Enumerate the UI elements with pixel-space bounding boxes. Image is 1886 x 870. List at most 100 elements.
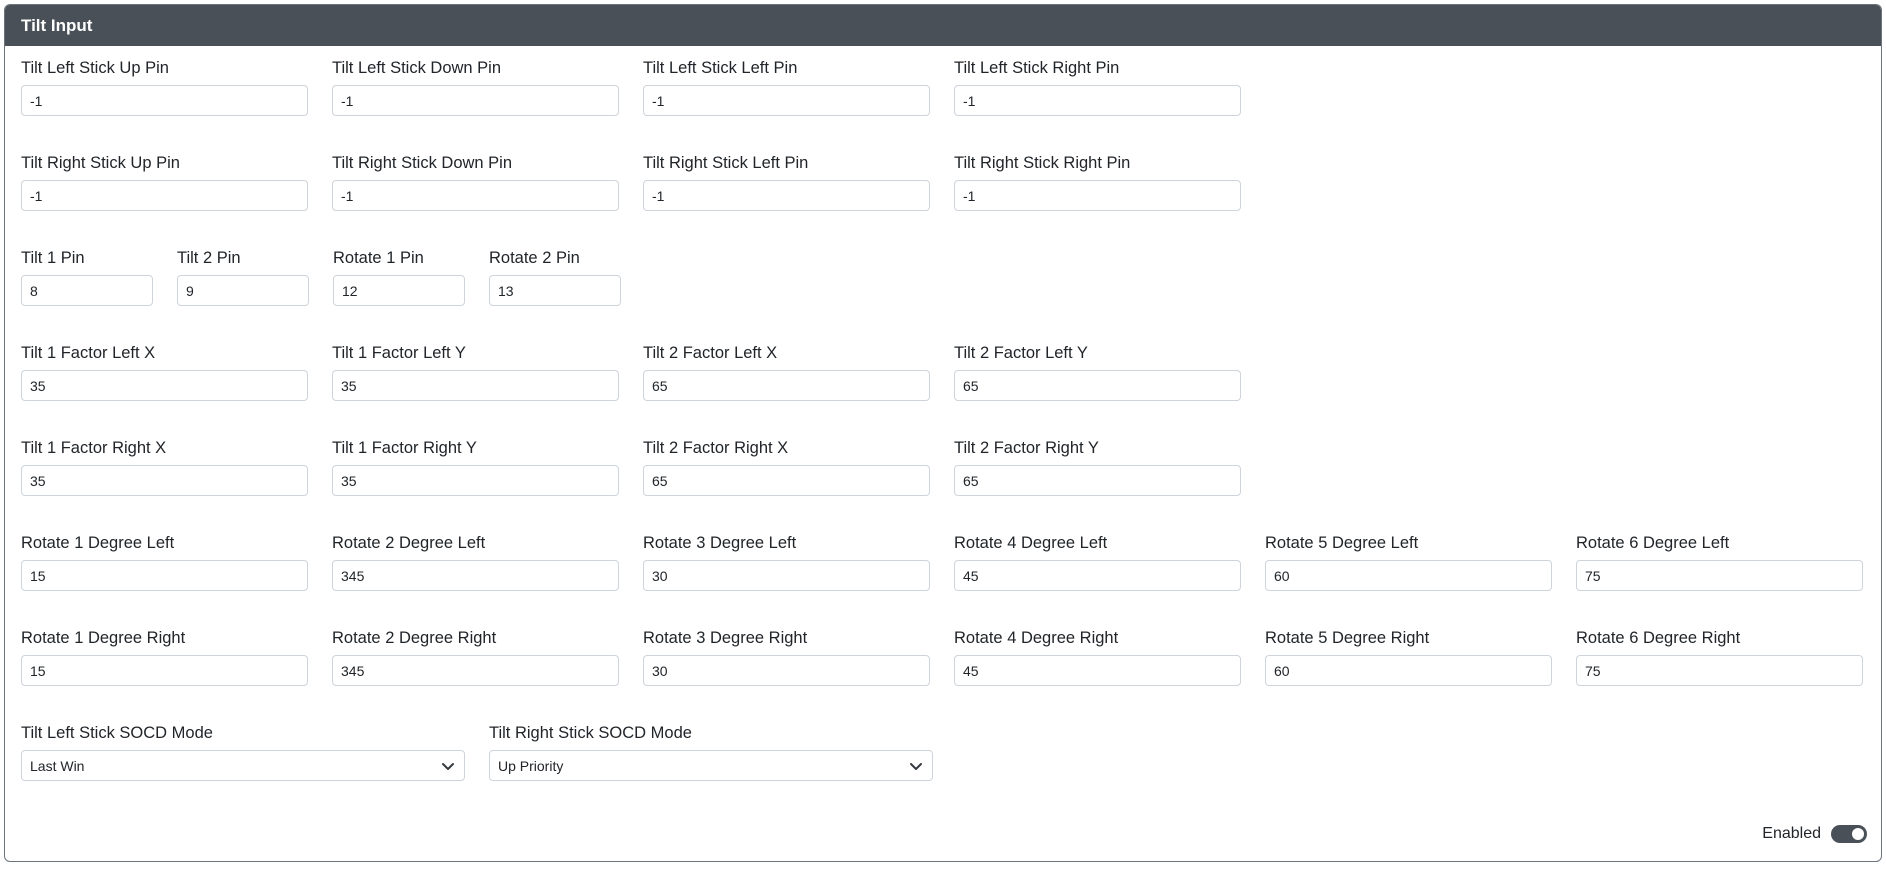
tilt-left-stick-socd-mode-field: Tilt Left Stick SOCD Mode Last Win xyxy=(21,723,465,781)
tilt-1-factor-left-y-input[interactable] xyxy=(332,370,619,401)
socd-mode-row: Tilt Left Stick SOCD Mode Last Win Tilt … xyxy=(21,723,1865,781)
field-label: Rotate 5 Degree Left xyxy=(1265,534,1419,552)
chevron-down-icon xyxy=(440,758,456,774)
tilt-right-stick-left-pin-input[interactable] xyxy=(643,180,930,211)
field-label: Tilt Right Stick SOCD Mode xyxy=(489,724,692,742)
rotate-4-degree-right-input[interactable] xyxy=(954,655,1241,686)
rotate-3-degree-right-field: Rotate 3 Degree Right xyxy=(643,628,930,686)
field-label: Tilt 2 Factor Left Y xyxy=(954,344,1088,362)
rotate-2-pin-field: Rotate 2 Pin xyxy=(489,248,621,306)
tilt-2-pin-input[interactable] xyxy=(177,275,309,306)
rotate-3-degree-right-input[interactable] xyxy=(643,655,930,686)
rotate-6-degree-left-input[interactable] xyxy=(1576,560,1863,591)
rotate-5-degree-right-field: Rotate 5 Degree Right xyxy=(1265,628,1552,686)
tilt-rotate-pins-row: Tilt 1 Pin Tilt 2 Pin Rotate 1 Pin Rotat… xyxy=(21,248,1865,306)
rotate-5-degree-right-input[interactable] xyxy=(1265,655,1552,686)
rotate-6-degree-right-input[interactable] xyxy=(1576,655,1863,686)
tilt-2-factor-right-x-field: Tilt 2 Factor Right X xyxy=(643,438,930,496)
tilt-input-panel: Tilt Input Tilt Left Stick Up Pin Tilt L… xyxy=(4,4,1882,862)
field-label: Rotate 6 Degree Left xyxy=(1576,534,1730,552)
tilt-left-stick-up-pin-field: Tilt Left Stick Up Pin xyxy=(21,58,308,116)
rotate-degree-left-row: Rotate 1 Degree Left Rotate 2 Degree Lef… xyxy=(21,533,1865,591)
field-label: Rotate 1 Pin xyxy=(333,249,424,267)
tilt-factor-left-row: Tilt 1 Factor Left X Tilt 1 Factor Left … xyxy=(21,343,1865,401)
tilt-1-factor-right-y-field: Tilt 1 Factor Right Y xyxy=(332,438,619,496)
selected-value: Last Win xyxy=(30,757,85,774)
tilt-right-stick-left-pin-field: Tilt Right Stick Left Pin xyxy=(643,153,930,211)
tilt-right-stick-down-pin-field: Tilt Right Stick Down Pin xyxy=(332,153,619,211)
enabled-label: Enabled xyxy=(1762,825,1821,842)
field-label: Tilt 1 Factor Left X xyxy=(21,344,156,362)
tilt-left-stick-socd-mode-select[interactable]: Last Win xyxy=(21,750,465,781)
field-label: Tilt Left Stick SOCD Mode xyxy=(21,724,213,742)
field-label: Tilt Left Stick Down Pin xyxy=(332,59,502,77)
tilt-left-stick-down-pin-field: Tilt Left Stick Down Pin xyxy=(332,58,619,116)
rotate-5-degree-left-field: Rotate 5 Degree Left xyxy=(1265,533,1552,591)
enabled-toggle-group: Enabled xyxy=(1762,825,1867,843)
rotate-2-degree-right-field: Rotate 2 Degree Right xyxy=(332,628,619,686)
tilt-right-stick-right-pin-field: Tilt Right Stick Right Pin xyxy=(954,153,1241,211)
field-label: Tilt 1 Pin xyxy=(21,249,85,267)
tilt-left-stick-up-pin-input[interactable] xyxy=(21,85,308,116)
rotate-2-degree-left-field: Rotate 2 Degree Left xyxy=(332,533,619,591)
tilt-1-pin-input[interactable] xyxy=(21,275,153,306)
rotate-3-degree-left-input[interactable] xyxy=(643,560,930,591)
rotate-2-degree-left-input[interactable] xyxy=(332,560,619,591)
tilt-1-factor-left-x-field: Tilt 1 Factor Left X xyxy=(21,343,308,401)
rotate-3-degree-left-field: Rotate 3 Degree Left xyxy=(643,533,930,591)
field-label: Rotate 2 Pin xyxy=(489,249,580,267)
field-label: Tilt Right Stick Left Pin xyxy=(643,154,809,172)
tilt-2-factor-right-y-input[interactable] xyxy=(954,465,1241,496)
tilt-2-factor-left-x-field: Tilt 2 Factor Left X xyxy=(643,343,930,401)
field-label: Rotate 1 Degree Right xyxy=(21,629,186,647)
field-label: Tilt Right Stick Down Pin xyxy=(332,154,513,172)
rotate-5-degree-left-input[interactable] xyxy=(1265,560,1552,591)
rotate-2-pin-input[interactable] xyxy=(489,275,621,306)
tilt-2-factor-right-x-input[interactable] xyxy=(643,465,930,496)
rotate-2-degree-right-input[interactable] xyxy=(332,655,619,686)
enabled-toggle-switch[interactable] xyxy=(1831,825,1867,843)
tilt-1-factor-right-y-input[interactable] xyxy=(332,465,619,496)
rotate-1-pin-input[interactable] xyxy=(333,275,465,306)
tilt-factor-right-row: Tilt 1 Factor Right X Tilt 1 Factor Righ… xyxy=(21,438,1865,496)
tilt-1-factor-left-y-field: Tilt 1 Factor Left Y xyxy=(332,343,619,401)
rotate-4-degree-left-input[interactable] xyxy=(954,560,1241,591)
field-label: Rotate 6 Degree Right xyxy=(1576,629,1741,647)
tilt-right-stick-up-pin-field: Tilt Right Stick Up Pin xyxy=(21,153,308,211)
panel-header: Tilt Input xyxy=(5,5,1881,46)
tilt-2-factor-left-y-field: Tilt 2 Factor Left Y xyxy=(954,343,1241,401)
field-label: Tilt 1 Factor Right Y xyxy=(332,439,477,457)
rotate-1-degree-left-input[interactable] xyxy=(21,560,308,591)
field-label: Rotate 4 Degree Left xyxy=(954,534,1108,552)
chevron-down-icon xyxy=(908,758,924,774)
tilt-left-stick-down-pin-input[interactable] xyxy=(332,85,619,116)
field-label: Rotate 2 Degree Left xyxy=(332,534,486,552)
rotate-1-degree-right-input[interactable] xyxy=(21,655,308,686)
field-label: Tilt 2 Factor Left X xyxy=(643,344,778,362)
field-label: Tilt Left Stick Up Pin xyxy=(21,59,169,77)
rotate-6-degree-left-field: Rotate 6 Degree Left xyxy=(1576,533,1863,591)
field-label: Tilt 2 Factor Right X xyxy=(643,439,789,457)
tilt-right-stick-socd-mode-field: Tilt Right Stick SOCD Mode Up Priority xyxy=(489,723,933,781)
field-label: Rotate 3 Degree Right xyxy=(643,629,808,647)
selected-value: Up Priority xyxy=(498,757,564,774)
field-label: Tilt Right Stick Up Pin xyxy=(21,154,180,172)
field-label: Tilt Left Stick Left Pin xyxy=(643,59,798,77)
tilt-left-stick-left-pin-input[interactable] xyxy=(643,85,930,116)
tilt-left-stick-right-pin-input[interactable] xyxy=(954,85,1241,116)
tilt-right-stick-down-pin-input[interactable] xyxy=(332,180,619,211)
tilt-1-factor-left-x-input[interactable] xyxy=(21,370,308,401)
tilt-1-factor-right-x-input[interactable] xyxy=(21,465,308,496)
field-label: Tilt 2 Pin xyxy=(177,249,241,267)
tilt-right-stick-socd-mode-select[interactable]: Up Priority xyxy=(489,750,933,781)
tilt-1-factor-right-x-field: Tilt 1 Factor Right X xyxy=(21,438,308,496)
tilt-2-factor-left-x-input[interactable] xyxy=(643,370,930,401)
tilt-right-stick-pins-row: Tilt Right Stick Up Pin Tilt Right Stick… xyxy=(21,153,1865,211)
field-label: Rotate 2 Degree Right xyxy=(332,629,497,647)
field-label: Tilt 1 Factor Right X xyxy=(21,439,167,457)
tilt-2-factor-left-y-input[interactable] xyxy=(954,370,1241,401)
tilt-right-stick-up-pin-input[interactable] xyxy=(21,180,308,211)
field-label: Tilt 1 Factor Left Y xyxy=(332,344,466,362)
rotate-1-pin-field: Rotate 1 Pin xyxy=(333,248,465,306)
tilt-right-stick-right-pin-input[interactable] xyxy=(954,180,1241,211)
